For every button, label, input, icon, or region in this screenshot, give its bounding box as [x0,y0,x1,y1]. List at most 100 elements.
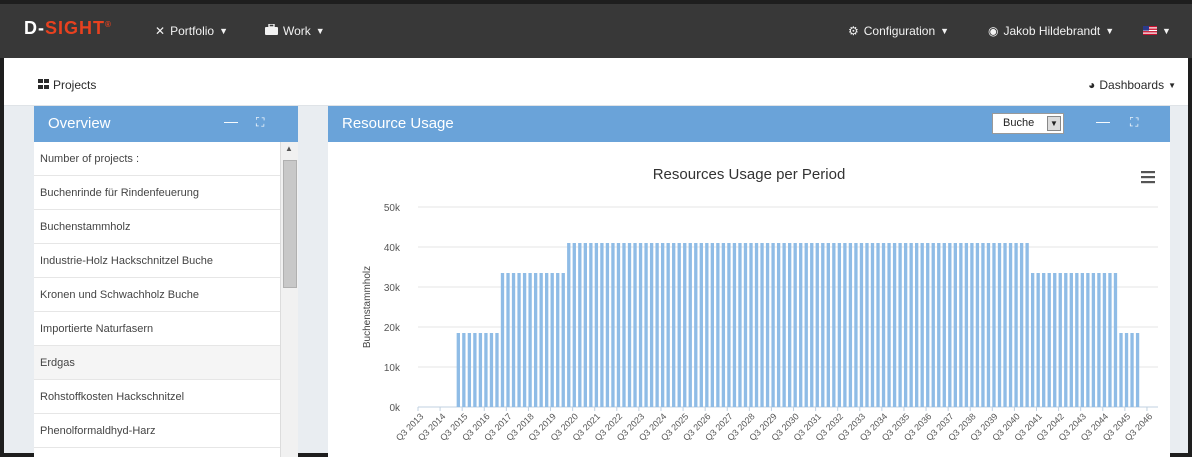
chart-bar [660,243,665,407]
chart-bar [1003,243,1007,407]
chart-bar [788,243,792,407]
list-item[interactable]: Kronen und Schwachholz Buche [34,278,280,312]
overview-scrollbar[interactable]: ▲ [280,142,298,457]
chart-bar [804,243,808,407]
chart-bar [754,243,759,407]
caret-down-icon: ▼ [1168,80,1176,90]
chart-bar [1025,243,1029,407]
chart-bar [942,243,946,407]
chart-title: Resources Usage per Period [653,166,846,183]
chart-bar [683,243,687,407]
chart-bar [1008,243,1013,407]
chart-bar [489,333,494,407]
work-menu[interactable]: Work ▼ [265,23,325,38]
top-navbar: D-SIGHT® ✕ Portfolio ▼ Work ▼ ⚙ Configur… [0,0,1192,58]
minimize-icon[interactable]: — [1096,113,1110,129]
chart-bar [810,243,814,407]
chart-bar [1053,273,1057,407]
chevron-down-icon: ▼ [940,26,950,36]
chart-bar [865,243,869,407]
y-tick-label: 20k [384,323,401,334]
list-item[interactable]: Rohstoffkosten Hackschnitzel [34,380,280,414]
work-label: Work [283,24,311,38]
chart-bar [760,243,764,407]
language-menu[interactable]: ▼ [1143,24,1171,38]
chart-bar [876,243,880,407]
list-item[interactable]: Phenolformaldhyd-Harz [34,414,280,448]
chart-bar [920,243,924,407]
chart-bar [870,243,875,407]
chart-bar [1030,273,1035,407]
dashboards-label: Dashboards [1099,78,1165,92]
chart-bar [694,243,698,407]
projects-link[interactable]: Projects [38,78,96,92]
portfolio-menu[interactable]: ✕ Portfolio ▼ [155,24,228,38]
chart-bar [1130,333,1134,407]
chart-bar [567,243,571,407]
list-item[interactable]: Industrie-Holz Hackschnitzel Buche [34,244,280,278]
chart-bar [903,243,908,407]
gear-icon: ⚙ [848,24,859,38]
chart-bar [1119,333,1123,407]
list-item[interactable]: Importierte Naturfasern [34,312,280,346]
scrollbar-thumb[interactable] [283,160,297,288]
dropdown-arrow-icon[interactable]: ▼ [1047,116,1061,131]
chart-bar [931,243,935,407]
chart-bar [892,243,897,407]
chart-bar [1014,243,1018,407]
chart-menu-icon[interactable] [1141,171,1155,184]
chart-bar [1097,273,1101,407]
chart-bar [705,243,709,407]
chart-bar [881,243,886,407]
chart-bar [500,273,505,407]
scroll-up-arrow-icon[interactable]: ▲ [285,144,293,153]
dashboards-menu[interactable]: ◕ Dashboards ▼ [1088,78,1176,92]
configuration-menu[interactable]: ⚙ Configuration ▼ [848,24,949,38]
chart-bar [1113,273,1118,407]
list-item[interactable]: Number of projects : [34,142,280,176]
chart-bar [666,243,670,407]
list-item[interactable]: Buchenstammholz [34,210,280,244]
chart-bar [926,243,930,407]
chart-bar [898,243,902,407]
chart-bar [511,273,516,407]
resource-select[interactable]: Buche ▼ [992,113,1064,134]
y-tick-label: 0k [389,403,401,414]
chart-bar [749,243,753,407]
chart-bar [1064,273,1068,407]
chart-bar [583,243,587,407]
chart-bar [578,243,582,407]
chart-bar [672,243,676,407]
chart-bar [561,273,565,407]
list-item[interactable]: Buchenrinde für Rindenfeuerung [34,176,280,210]
chevron-down-icon: ▼ [315,26,325,36]
chart-bar [699,243,703,407]
chart-bar [467,333,472,407]
shuffle-icon: ✕ [155,24,166,38]
chart-bar [776,243,781,407]
chart-bar [937,243,941,407]
app-logo[interactable]: D-SIGHT® [24,18,112,39]
chart-bar [782,243,786,407]
flag-icon [1143,24,1157,38]
chart-bar [484,333,488,407]
chart-bar [1069,273,1073,407]
chart-bar [594,243,599,407]
user-menu[interactable]: ◉ Jakob Hildebrandt ▼ [988,24,1114,38]
chart-bar [821,243,825,407]
chart-bar [556,273,560,407]
chart-bar [1047,273,1051,407]
chart-bar [997,243,1002,407]
list-item[interactable]: Erdgas [34,346,280,380]
chart-bar [506,273,510,407]
chevron-down-icon: ▼ [1162,26,1171,36]
chart-bar [605,243,610,407]
minimize-icon[interactable]: — [224,113,238,129]
expand-icon[interactable]: ⛶ [1130,115,1138,130]
chart-bar [992,243,996,407]
chart-bar [644,243,648,407]
chart-bar [539,273,543,407]
user-name: Jakob Hildebrandt [1003,24,1101,38]
expand-icon[interactable]: ⛶ [256,115,264,130]
chart-bar [478,333,483,407]
